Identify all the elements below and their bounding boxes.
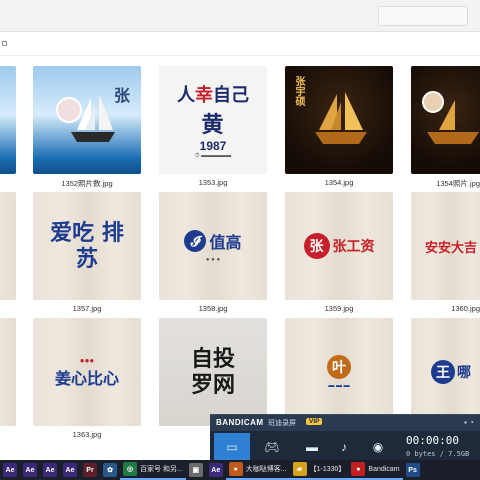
app-icon: ◎ [123, 462, 137, 476]
taskbar-app[interactable]: Ae [20, 460, 40, 480]
vip-badge[interactable]: VIP [306, 418, 323, 425]
mode-label: 班迪录屏 [268, 420, 296, 427]
screen-record-button[interactable]: ▭ [214, 433, 250, 461]
file-tile[interactable]: 叶 ▬ ▬ ▬ [285, 310, 397, 426]
taskbar-app[interactable]: Ae [206, 460, 226, 480]
app-icon: Ae [3, 463, 17, 477]
record-size: 0 bytes / 7.5GB [406, 450, 470, 458]
mic-icon: ♪ [341, 440, 347, 454]
webcam-button[interactable]: ◉ [360, 433, 396, 461]
name-text: 叶 [327, 355, 351, 379]
name-text: 张宇硕 [293, 76, 304, 106]
file-thumbnail: 张 [33, 66, 141, 174]
taskbar-app[interactable]: Pr [80, 460, 100, 480]
app-label: 大咖哒博客... [245, 466, 287, 473]
name-text: 安安大吉 [424, 239, 477, 255]
name-text: 姜心比心 [54, 370, 119, 388]
name-text: 爱吃 排苏 [50, 219, 124, 272]
ship-icon [56, 94, 115, 142]
taskbar-app[interactable]: ✿ [100, 460, 120, 480]
app-icon: Ae [208, 463, 223, 477]
app-icon: ▰ [292, 462, 307, 476]
monitor-icon: ▭ [226, 440, 238, 454]
file-thumbnail: 叶 ▬ ▬ ▬ [285, 318, 393, 426]
file-tile[interactable]: 张宇硕 1354.jpg [285, 58, 397, 187]
taskbar-app[interactable]: Ae [60, 460, 80, 480]
app-label: 【1-1330】 [309, 466, 346, 473]
file-thumbnail: 𝓘 值高 ● ● ● [159, 192, 267, 300]
file-tile[interactable]: 1354照片.jpg [411, 58, 480, 188]
taskbar-app[interactable]: ● Bandicam [348, 460, 403, 480]
taskbar-app[interactable]: ● 大咖哒博客... [225, 460, 290, 480]
app-label: 百家号 和另... [140, 466, 183, 473]
name-text: 值高 [209, 235, 242, 252]
file-tile[interactable]: 𝓘 值高 ● ● ● 1358.jpg [159, 184, 271, 313]
file-tile[interactable] [0, 310, 20, 426]
gamepad-icon: 🎮︎ [264, 440, 280, 454]
file-thumbnail [0, 66, 16, 174]
file-thumbnail [411, 66, 480, 174]
file-thumbnail: ●●● 姜心比心 [33, 318, 141, 426]
search-box[interactable] [378, 6, 468, 26]
file-tile[interactable]: 张 1352照片数.jpg [33, 58, 145, 188]
file-thumbnail-grid: 张 1352照片数.jpg 人幸自己 黄 1987 ⏱ ▬▬▬▬▬ 1353.j… [0, 56, 480, 460]
file-thumbnail: 爱吃 排苏 [33, 192, 141, 300]
bandicam-recorder: BANDICAM 班迪录屏 VIP ▪ ◔ ▭ 🎮︎ ▬ ♪ ◉ 00:00:0… [210, 414, 480, 462]
file-thumbnail [0, 192, 16, 300]
file-tile[interactable]: 人幸自己 黄 1987 ⏱ ▬▬▬▬▬ 1353.jpg [159, 58, 271, 187]
file-thumbnail: 王 哪 [411, 318, 480, 426]
file-thumbnail: 张宇硕 [285, 66, 393, 174]
name-text: 张 [113, 86, 131, 105]
app-icon: Ae [43, 463, 57, 477]
file-tile[interactable]: 张 张工资 1359.jpg [285, 184, 397, 313]
file-thumbnail: 人幸自己 黄 1987 ⏱ ▬▬▬▬▬ [159, 66, 267, 174]
name-text: 自投 罗网 [190, 345, 235, 398]
name-text: 张工资 [332, 238, 375, 254]
year-text: 1987 [199, 138, 227, 153]
file-tile[interactable] [0, 184, 20, 300]
file-caption: 1363.jpg [72, 430, 102, 439]
file-tile[interactable]: 自投 罗网 [159, 310, 271, 426]
webcam-icon: ◉ [372, 440, 384, 454]
file-thumbnail [0, 318, 16, 426]
taskbar-app[interactable]: ▣ [186, 460, 206, 480]
taskbar-app[interactable]: Ps [403, 460, 423, 480]
ship-icon [422, 91, 479, 144]
explorer-toolbar [0, 0, 480, 32]
file-tile[interactable]: 安安大吉 1360.jpg [411, 184, 480, 313]
app-icon: Pr [83, 463, 97, 477]
file-tile[interactable] [0, 58, 20, 174]
app-icon: ● [228, 462, 243, 476]
app-icon: Ae [63, 463, 77, 477]
app-icon: Ps [405, 463, 420, 477]
app-icon: Ae [23, 463, 37, 477]
file-thumbnail: 自投 罗网 [159, 318, 267, 426]
record-timer: 00:00:00 [406, 434, 459, 447]
taskbar-app[interactable]: ◎ 百家号 和另... [120, 460, 186, 480]
hdmi-icon: ▬ [306, 440, 318, 454]
header-icons[interactable]: ▪ ◔ [464, 418, 474, 427]
file-thumbnail: 张 张工资 [285, 192, 393, 300]
app-icon: ● [351, 462, 366, 476]
app-label: Bandicam [368, 465, 400, 473]
taskbar-app[interactable]: Ae [40, 460, 60, 480]
taskbar-app[interactable]: Ae [0, 460, 20, 480]
app-icon: ✿ [103, 463, 117, 477]
game-record-button[interactable]: 🎮︎ [254, 433, 290, 461]
name-text: 黄 [201, 111, 225, 138]
taskbar-app[interactable]: ▰ 【1-1330】 [289, 460, 349, 480]
file-tile[interactable]: 王 哪 [411, 310, 480, 426]
device-record-button[interactable]: ▬ [294, 433, 330, 461]
ship-icon [315, 92, 367, 144]
file-thumbnail: 安安大吉 [411, 192, 480, 300]
bandicam-header: BANDICAM 班迪录屏 VIP ▪ ◔ [210, 415, 480, 431]
mic-toggle[interactable]: ♪ [334, 433, 354, 461]
explorer-address-row [0, 32, 480, 56]
file-tile[interactable]: 爱吃 排苏 1357.jpg [33, 184, 145, 313]
bandicam-logo: BANDICAM [216, 418, 264, 427]
file-tile[interactable]: ●●● 姜心比心 1363.jpg [33, 310, 145, 439]
app-icon: ▣ [188, 463, 203, 477]
expand-icon[interactable] [2, 41, 7, 46]
windows-taskbar: Ae Ae Ae Ae Pr ✿ ◎ 百家号 和另... ▣ Ae ● 大咖哒博客... ▰ 【1-133… [0, 460, 480, 480]
